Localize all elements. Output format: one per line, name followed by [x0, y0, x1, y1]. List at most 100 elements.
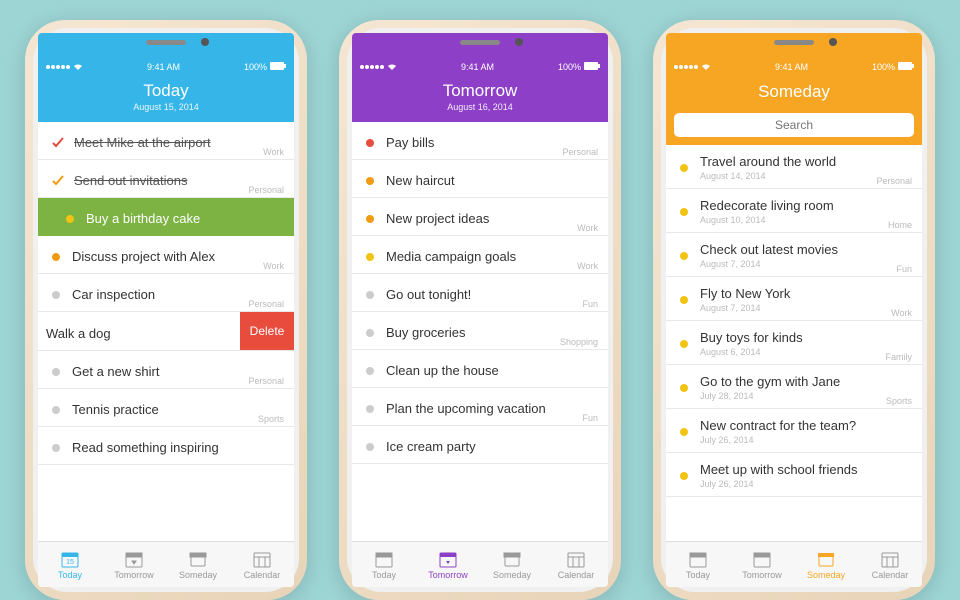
calendar-today-icon: 15	[60, 550, 80, 568]
tab-today[interactable]: 15 Today	[38, 542, 102, 587]
tab-someday[interactable]: Someday	[480, 542, 544, 587]
tab-label: Today	[58, 570, 82, 580]
task-text: New project ideas	[386, 211, 598, 226]
tab-calendar[interactable]: Calendar	[230, 542, 294, 587]
list-item[interactable]: Media campaign goalsWork	[352, 236, 608, 274]
task-tag: Work	[577, 261, 598, 271]
priority-dot	[52, 444, 60, 452]
task-list[interactable]: Meet Mike at the airport Work Send out i…	[38, 122, 294, 541]
info-button[interactable]	[262, 86, 284, 108]
list-item[interactable]: Travel around the worldAugust 14, 2014Pe…	[666, 145, 922, 189]
task-list[interactable]: Travel around the worldAugust 14, 2014Pe…	[666, 145, 922, 541]
status-bar: 9:41 AM 100%	[666, 57, 922, 75]
list-item[interactable]: Get a new shirt Personal	[38, 351, 294, 389]
delete-button[interactable]: Delete	[240, 312, 294, 350]
list-item[interactable]: Go out tonight!Fun	[352, 274, 608, 312]
list-item[interactable]: Meet Mike at the airport Work	[38, 122, 294, 160]
tab-tomorrow[interactable]: Tomorrow	[102, 542, 166, 587]
list-item[interactable]: Read something inspiring	[38, 427, 294, 465]
priority-dot	[366, 215, 374, 223]
task-list[interactable]: Pay billsPersonal New haircut New projec…	[352, 122, 608, 541]
task-text: Meet Mike at the airport	[74, 135, 284, 150]
task-text: New contract for the team?	[700, 418, 912, 433]
tab-tomorrow[interactable]: Tomorrow	[730, 542, 794, 587]
settings-button[interactable]	[676, 81, 698, 103]
tab-calendar[interactable]: Calendar	[544, 542, 608, 587]
priority-dot	[680, 164, 688, 172]
tab-someday[interactable]: Someday	[166, 542, 230, 587]
settings-button[interactable]	[362, 86, 384, 108]
list-item[interactable]: Tennis practice Sports	[38, 389, 294, 427]
list-item[interactable]: New contract for the team? July 26, 2014	[666, 409, 922, 453]
task-tag: Personal	[562, 147, 598, 157]
list-item[interactable]: Plan the upcoming vacationFun	[352, 388, 608, 426]
add-button[interactable]	[890, 81, 912, 103]
list-item[interactable]: Meet up with school friendsJuly 26, 2014	[666, 453, 922, 497]
task-date: July 28, 2014	[700, 391, 912, 401]
search-input[interactable]	[674, 113, 914, 137]
status-bar: 9:41 AM 100%	[352, 57, 608, 75]
list-item[interactable]: Buy groceriesShopping	[352, 312, 608, 350]
battery-icon	[584, 62, 600, 72]
tab-label: Calendar	[558, 570, 595, 580]
list-item[interactable]: Discuss project with Alex Work	[38, 236, 294, 274]
signal-icon	[46, 65, 70, 69]
task-text: Walk a dog	[46, 326, 240, 341]
task-text: Buy a birthday cake	[86, 211, 284, 226]
tab-tomorrow[interactable]: Tomorrow	[416, 542, 480, 587]
task-text: Plan the upcoming vacation	[386, 401, 598, 416]
phone-camera	[201, 38, 209, 46]
list-item[interactable]: Pay billsPersonal	[352, 122, 608, 160]
checkmark-icon[interactable]	[52, 137, 64, 149]
task-text: Media campaign goals	[386, 249, 598, 264]
priority-dot	[366, 253, 374, 261]
list-item[interactable]: Buy toys for kindsAugust 6, 2014Family	[666, 321, 922, 365]
header-title: Tomorrow	[443, 81, 518, 101]
list-item[interactable]: Car inspection Personal	[38, 274, 294, 312]
task-text: Travel around the world	[700, 154, 912, 169]
calendar-icon	[880, 550, 900, 568]
tab-bar: 15 Today Tomorrow Someday Calendar	[38, 541, 294, 587]
list-item[interactable]: Fly to New YorkAugust 7, 2014Work	[666, 277, 922, 321]
priority-dot	[680, 472, 688, 480]
list-item[interactable]: New haircut	[352, 160, 608, 198]
priority-dot	[680, 208, 688, 216]
priority-dot	[52, 253, 60, 261]
list-item[interactable]: Send out invitations Personal	[38, 160, 294, 198]
priority-dot	[366, 291, 374, 299]
task-date: July 26, 2014	[700, 435, 912, 445]
tab-today[interactable]: Today	[352, 542, 416, 587]
task-tag: Personal	[248, 185, 284, 195]
task-tag: Personal	[248, 376, 284, 386]
battery-percent: 100%	[244, 62, 267, 72]
list-item-active[interactable]: Buy a birthday cake	[38, 198, 294, 236]
list-item[interactable]: Redecorate living roomAugust 10, 2014Hom…	[666, 189, 922, 233]
list-item[interactable]: Check out latest moviesAugust 7, 2014Fun	[666, 233, 922, 277]
priority-dot	[680, 384, 688, 392]
phone-camera	[515, 38, 523, 46]
tab-calendar[interactable]: Calendar	[858, 542, 922, 587]
task-date: August 6, 2014	[700, 347, 912, 357]
priority-dot	[366, 443, 374, 451]
priority-dot	[66, 215, 74, 223]
info-button[interactable]	[576, 86, 598, 108]
wifi-icon	[387, 62, 397, 72]
tab-bar: Today Tomorrow Someday Calendar	[666, 541, 922, 587]
checkmark-icon[interactable]	[52, 175, 64, 187]
tab-someday[interactable]: Someday	[794, 542, 858, 587]
tab-label: Today	[372, 570, 396, 580]
task-tag: Work	[891, 308, 912, 318]
list-item[interactable]: Ice cream party	[352, 426, 608, 464]
box-icon	[502, 550, 522, 568]
list-item[interactable]: Clean up the house	[352, 350, 608, 388]
tab-today[interactable]: Today	[666, 542, 730, 587]
priority-dot	[366, 405, 374, 413]
settings-button[interactable]	[48, 86, 70, 108]
priority-dot	[680, 340, 688, 348]
list-item[interactable]: New project ideasWork	[352, 198, 608, 236]
status-time: 9:41 AM	[775, 62, 808, 72]
list-item[interactable]: Go to the gym with JaneJuly 28, 2014Spor…	[666, 365, 922, 409]
list-item-swiped[interactable]: Walk a dog Delete	[38, 312, 294, 351]
tab-label: Someday	[807, 570, 845, 580]
tab-bar: Today Tomorrow Someday Calendar	[352, 541, 608, 587]
